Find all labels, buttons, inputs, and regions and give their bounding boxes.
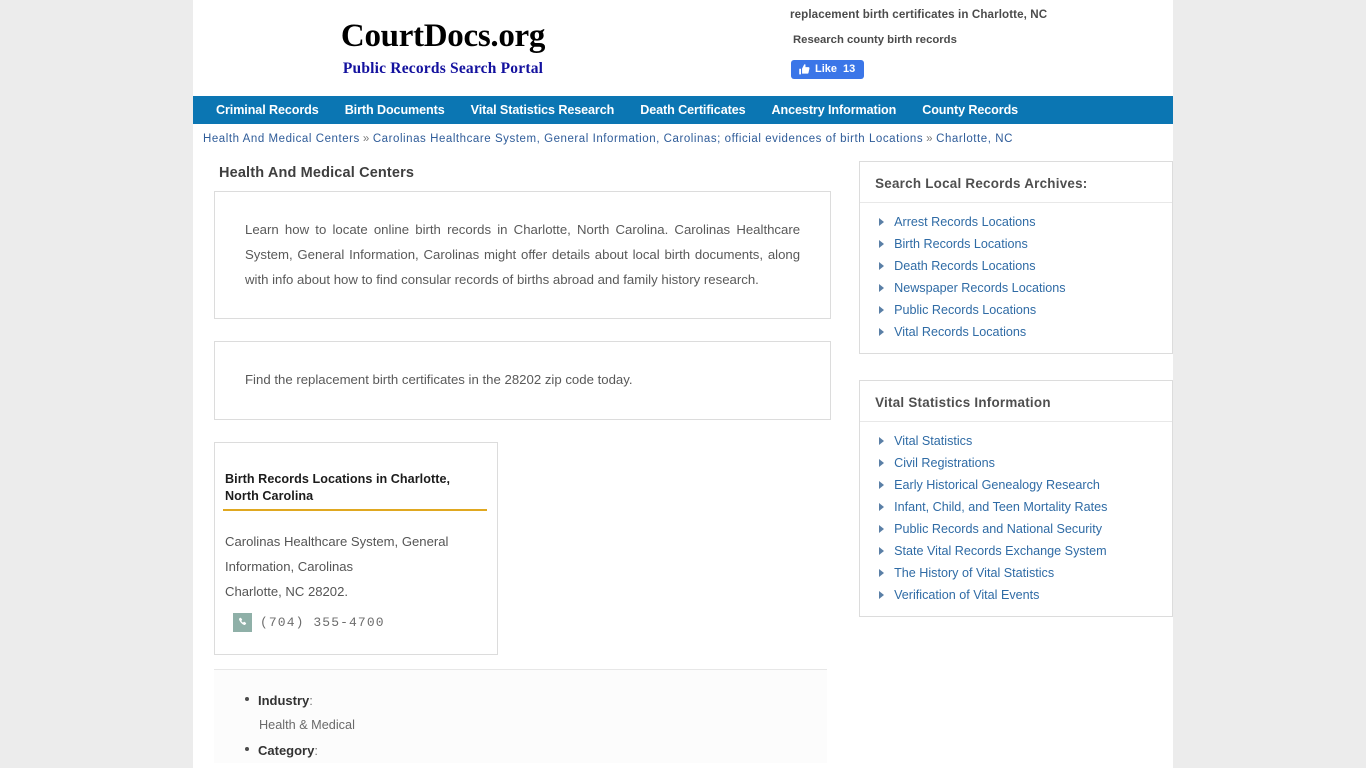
sidebar-link-verification-of-vital-events[interactable]: Verification of Vital Events (894, 588, 1039, 602)
list-item: Public Records and National Security (860, 518, 1172, 540)
sidebar-heading-local-records: Search Local Records Archives: (860, 162, 1172, 203)
list-item: Vital Records Locations (860, 321, 1172, 343)
list-item: Infant, Child, and Teen Mortality Rates (860, 496, 1172, 518)
sidebar-link-state-vital-records-exchange-system[interactable]: State Vital Records Exchange System (894, 544, 1107, 558)
breadcrumb-item-1[interactable]: Health And Medical Centers (203, 133, 360, 145)
sidebar-link-public-records-national-security[interactable]: Public Records and National Security (894, 522, 1102, 536)
sidebar-link-birth-records-locations[interactable]: Birth Records Locations (894, 237, 1028, 251)
sidebar-link-newspaper-records-locations[interactable]: Newspaper Records Locations (894, 281, 1066, 295)
breadcrumb-item-2[interactable]: Carolinas Healthcare System, General Inf… (373, 133, 923, 145)
triangle-bullet-icon (879, 503, 885, 511)
detail-value-industry: Health & Medical (259, 718, 355, 732)
sidebar-list-local-records: Arrest Records Locations Birth Records L… (860, 203, 1172, 353)
breadcrumb: Health And Medical Centers» Carolinas Hea… (193, 124, 1173, 153)
sidebar-heading-vital-statistics: Vital Statistics Information (860, 381, 1172, 422)
sidebar-link-public-records-locations[interactable]: Public Records Locations (894, 303, 1036, 317)
list-item: Early Historical Genealogy Research (860, 474, 1172, 496)
sidebar-list-vital-statistics: Vital Statistics Civil Registrations Ear… (860, 422, 1172, 616)
triangle-bullet-icon (879, 306, 885, 314)
zip-panel: Find the replacement birth certificates … (214, 341, 832, 420)
intro-panel: Learn how to locate online birth records… (214, 191, 832, 319)
detail-colon: : (314, 743, 318, 758)
triangle-bullet-icon (879, 547, 885, 555)
list-item: Arrest Records Locations (860, 211, 1172, 233)
thumbs-up-icon (798, 63, 811, 76)
header-keyword-primary: replacement birth certificates in Charlo… (790, 8, 1048, 21)
address-block: Carolinas Healthcare System, General Inf… (215, 511, 497, 604)
sidebar-box-local-records: Search Local Records Archives: Arrest Re… (859, 161, 1173, 354)
nav-item-vital-statistics-research[interactable]: Vital Statistics Research (458, 103, 628, 117)
list-item: State Vital Records Exchange System (860, 540, 1172, 562)
sidebar-link-infant-child-teen-mortality-rates[interactable]: Infant, Child, and Teen Mortality Rates (894, 500, 1107, 514)
sidebar-link-vital-statistics[interactable]: Vital Statistics (894, 434, 972, 448)
business-details: Industry: Health & Medical Category: (214, 669, 827, 763)
header-keyword-secondary: Research county birth records (793, 34, 957, 46)
list-item: Public Records Locations (860, 299, 1172, 321)
page-container: CourtDocs.org Public Records Search Port… (193, 0, 1173, 768)
main-navigation: Criminal Records Birth Documents Vital S… (193, 96, 1173, 124)
detail-label-category: Category (258, 743, 315, 758)
nav-item-county-records[interactable]: County Records (909, 103, 1031, 117)
triangle-bullet-icon (879, 240, 885, 248)
list-item: Civil Registrations (860, 452, 1172, 474)
sidebar-link-history-of-vital-statistics[interactable]: The History of Vital Statistics (894, 566, 1054, 580)
phone-number[interactable]: (704) 355-4700 (260, 615, 385, 630)
list-item: Death Records Locations (860, 255, 1172, 277)
triangle-bullet-icon (879, 525, 885, 533)
triangle-bullet-icon (879, 218, 885, 226)
header-right-block: replacement birth certificates in Charlo… (790, 8, 1170, 81)
triangle-bullet-icon (879, 481, 885, 489)
breadcrumb-separator: » (926, 133, 934, 145)
list-item: Vital Statistics (860, 430, 1172, 452)
detail-item-industry: Industry: Health & Medical (245, 688, 827, 738)
sidebar-link-civil-registrations[interactable]: Civil Registrations (894, 456, 995, 470)
triangle-bullet-icon (879, 459, 885, 467)
address-card-title: Birth Records Locations in Charlotte, No… (225, 472, 451, 503)
sidebar-box-vital-statistics: Vital Statistics Information Vital Stati… (859, 380, 1173, 617)
triangle-bullet-icon (879, 284, 885, 292)
nav-item-criminal-records[interactable]: Criminal Records (203, 103, 332, 117)
page-title: Health And Medical Centers (219, 165, 415, 181)
phone-icon (233, 613, 252, 632)
triangle-bullet-icon (879, 569, 885, 577)
breadcrumb-item-current: Charlotte, NC (936, 133, 1013, 145)
list-item: Newspaper Records Locations (860, 277, 1172, 299)
site-branding[interactable]: CourtDocs.org Public Records Search Port… (233, 18, 653, 78)
facebook-like-count: 13 (843, 63, 856, 75)
phone-row[interactable]: (704) 355-4700 (215, 604, 497, 632)
nav-item-ancestry-information[interactable]: Ancestry Information (759, 103, 910, 117)
triangle-bullet-icon (879, 328, 885, 336)
facebook-like-button[interactable]: Like 13 (791, 60, 865, 79)
sidebar-link-vital-records-locations[interactable]: Vital Records Locations (894, 325, 1026, 339)
site-logo-title: CourtDocs.org (340, 18, 546, 54)
main-column: Health And Medical Centers Learn how to … (214, 161, 832, 763)
site-header: CourtDocs.org Public Records Search Port… (193, 0, 1173, 96)
intro-paragraph: Learn how to locate online birth records… (245, 222, 801, 287)
breadcrumb-separator: » (362, 133, 370, 145)
details-list: Industry: Health & Medical Category: (214, 688, 827, 763)
triangle-bullet-icon (879, 262, 885, 270)
address-line-1: Carolinas Healthcare System, General (225, 534, 449, 549)
facebook-like-label: Like (815, 63, 838, 75)
sidebar: Search Local Records Archives: Arrest Re… (859, 161, 1173, 643)
nav-item-birth-documents[interactable]: Birth Documents (332, 103, 458, 117)
zip-paragraph: Find the replacement birth certificates … (245, 372, 633, 387)
triangle-bullet-icon (879, 437, 885, 445)
list-item: The History of Vital Statistics (860, 562, 1172, 584)
content-layout: Health And Medical Centers Learn how to … (193, 153, 1173, 763)
sidebar-link-arrest-records-locations[interactable]: Arrest Records Locations (894, 215, 1035, 229)
triangle-bullet-icon (879, 591, 885, 599)
sidebar-link-early-historical-genealogy-research[interactable]: Early Historical Genealogy Research (894, 478, 1100, 492)
site-tagline: Public Records Search Portal (342, 60, 544, 78)
list-item: Birth Records Locations (860, 233, 1172, 255)
detail-label-industry: Industry (258, 693, 310, 708)
address-card: Birth Records Locations in Charlotte, No… (214, 442, 498, 655)
nav-item-death-certificates[interactable]: Death Certificates (627, 103, 758, 117)
detail-item-category: Category: (245, 738, 827, 763)
address-line-2: Information, Carolinas (225, 559, 354, 574)
detail-colon: : (309, 693, 313, 708)
list-item: Verification of Vital Events (860, 584, 1172, 606)
sidebar-link-death-records-locations[interactable]: Death Records Locations (894, 259, 1035, 273)
address-line-3: Charlotte, NC 28202. (225, 584, 349, 599)
